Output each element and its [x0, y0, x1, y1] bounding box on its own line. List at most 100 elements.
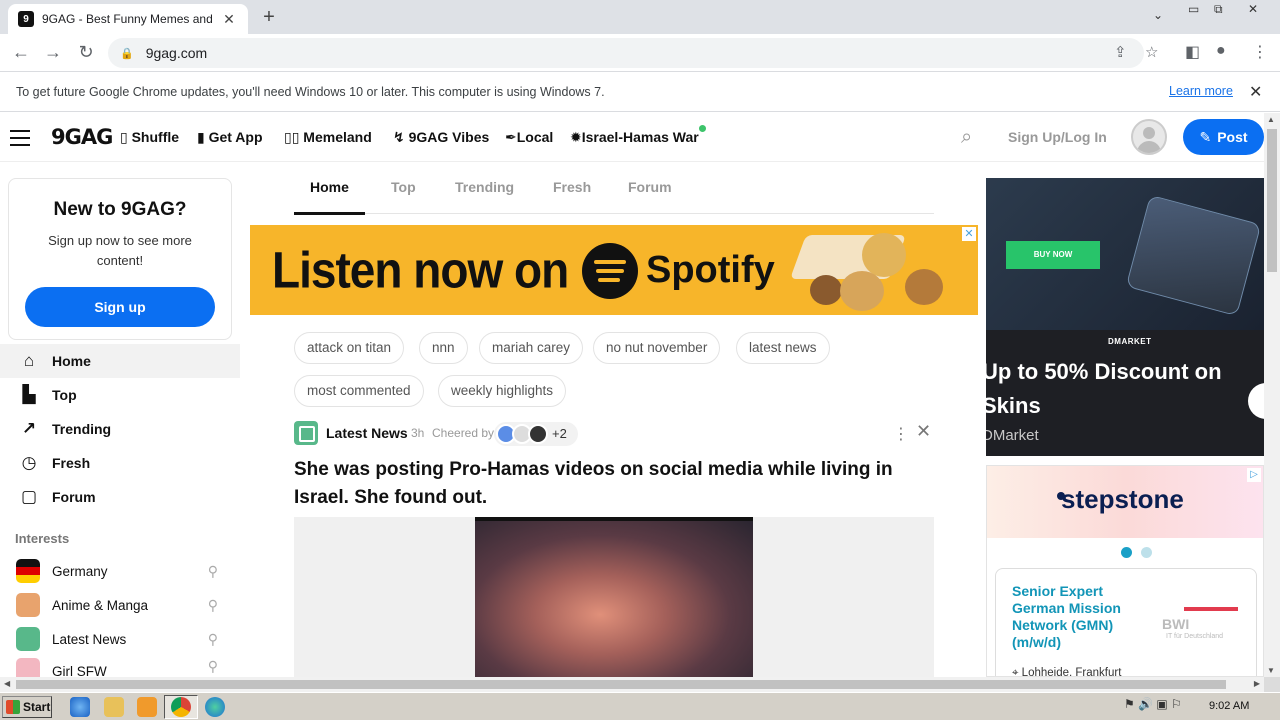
learn-more-link[interactable]: Learn more	[1169, 84, 1233, 98]
sidebar-item-fresh[interactable]: ◷ Fresh	[0, 446, 240, 480]
tag-chip[interactable]: weekly highlights	[438, 375, 567, 407]
nav-9gag-vibes[interactable]: ↯ 9GAG Vibes	[393, 129, 489, 146]
scroll-thumb[interactable]	[1267, 129, 1277, 272]
new-tab-icon[interactable]: +	[258, 6, 280, 29]
edge-icon[interactable]	[205, 697, 225, 717]
scroll-down-icon[interactable]: ▼	[1267, 666, 1275, 675]
interest-anime-manga[interactable]: Anime & Manga ⚲	[16, 590, 226, 620]
tag-chip[interactable]: mariah carey	[479, 332, 584, 364]
folder-icon[interactable]	[104, 697, 124, 717]
tab-close-icon[interactable]: ✕	[220, 11, 238, 28]
tab-forum[interactable]: Forum	[628, 179, 672, 195]
interest-label: Girl SFW	[52, 664, 107, 677]
windows-logo-icon	[6, 700, 20, 714]
scroll-up-icon[interactable]: ▲	[1267, 115, 1275, 124]
drink-image	[862, 233, 906, 277]
search-icon[interactable]: ⌕	[961, 126, 972, 149]
tray-icons[interactable]: ⚑ 🔊 ▣ ⚐	[1124, 697, 1182, 711]
job-card[interactable]: Senior Expert German Mission Network (GM…	[995, 568, 1257, 676]
scroll-left-icon[interactable]: ◀	[4, 679, 10, 688]
sidebar-item-label: Home	[52, 353, 91, 369]
stepstone-ad[interactable]: stepstone ▷ Senior Expert German Mission…	[986, 465, 1264, 677]
post-title[interactable]: She was posting Pro-Hamas videos on soci…	[294, 456, 934, 512]
tab-top[interactable]: Top	[391, 179, 416, 195]
tab-home[interactable]: Home	[294, 179, 365, 215]
nav-local[interactable]: ✒Local	[505, 129, 553, 146]
menu-kebab-icon[interactable]: ⋮	[1252, 42, 1268, 62]
lock-icon[interactable]: 🔒	[120, 47, 134, 60]
tab-fresh[interactable]: Fresh	[553, 179, 591, 195]
address-bar[interactable]: 🔒 9gag.com ⇪ ☆	[108, 38, 1158, 68]
dmarket-ad[interactable]: BUY NOW DMARKET Up to 50% Discount on Sk…	[986, 178, 1264, 456]
nav-israel-hamas-war[interactable]: ✹Israel-Hamas War	[570, 125, 706, 146]
ad-info-icon[interactable]: ▷	[1247, 468, 1261, 482]
ad-close-icon[interactable]: ✕	[962, 227, 976, 241]
spotify-logo-icon	[582, 243, 638, 299]
spotify-banner-ad[interactable]: Listen now on Spotify ✕	[250, 225, 978, 315]
section-icon[interactable]	[294, 421, 318, 445]
site-header: 9GAG ▯ Shuffle ▮ Get App ▯▯ Memeland ↯ 9…	[0, 113, 1264, 162]
nav-shuffle[interactable]: ▯ Shuffle	[120, 129, 179, 146]
signin-link[interactable]: Sign Up/Log In	[1008, 129, 1107, 145]
pin-icon[interactable]: ⚲	[208, 631, 218, 648]
post-button[interactable]: ✎ Post	[1183, 119, 1264, 155]
window-close-icon[interactable]: ✕	[1248, 2, 1258, 16]
bwi-tagline: IT für Deutschland	[1166, 633, 1224, 640]
bookmark-star-icon[interactable]: ☆	[1145, 43, 1158, 61]
ie-icon[interactable]	[70, 697, 90, 717]
more-options-icon[interactable]: ⋮	[893, 424, 909, 444]
back-icon[interactable]: ←	[10, 42, 32, 63]
post-section[interactable]: Latest News	[326, 425, 408, 441]
tab-trending[interactable]: Trending	[455, 179, 514, 195]
carousel-dot[interactable]	[1141, 547, 1152, 558]
pin-icon[interactable]: ⚲	[208, 563, 218, 580]
browser-tab[interactable]: 9 9GAG - Best Funny Memes and Breaking ✕	[8, 4, 248, 34]
sidebar-item-trending[interactable]: ↗ Trending	[0, 412, 240, 446]
horizontal-scrollbar[interactable]: ◀ ▶	[0, 677, 1264, 692]
vertical-scrollbar[interactable]: ▲ ▼	[1264, 113, 1280, 677]
post-media[interactable]	[294, 517, 934, 677]
minimize-icon[interactable]: ▭	[1188, 2, 1199, 16]
buy-now-button[interactable]: BUY NOW	[1006, 241, 1100, 269]
reload-icon[interactable]: ↻	[75, 42, 97, 63]
sidebar-item-top[interactable]: ▙ Top	[0, 378, 240, 412]
media-player-icon[interactable]	[137, 697, 157, 717]
interest-latest-news[interactable]: Latest News ⚲	[16, 624, 226, 654]
post-close-icon[interactable]: ✕	[916, 421, 931, 442]
scroll-corner	[1264, 677, 1280, 692]
nav-get-app[interactable]: ▮ Get App	[197, 129, 263, 146]
tag-chip[interactable]: nnn	[419, 332, 468, 364]
trending-icon: ↗	[21, 419, 37, 438]
nav-memeland[interactable]: ▯▯ Memeland	[284, 129, 372, 146]
start-button[interactable]: Start	[2, 696, 52, 718]
tag-chip[interactable]: attack on titan	[294, 332, 405, 364]
tab-search-icon[interactable]: ⌄	[1153, 8, 1163, 22]
sidebar-item-forum[interactable]: ▢ Forum	[0, 480, 240, 514]
pin-icon[interactable]: ⚲	[208, 597, 218, 614]
tag-chip[interactable]: no nut november	[593, 332, 721, 364]
cheered-by-label: Cheered by	[432, 426, 495, 440]
sidebar-item-home[interactable]: ⌂ Home	[0, 344, 240, 378]
scroll-thumb[interactable]	[16, 680, 1226, 689]
avatar[interactable]	[1131, 119, 1167, 155]
carousel-dot-active[interactable]	[1121, 547, 1132, 558]
post-video[interactable]	[475, 517, 753, 677]
restore-icon[interactable]: ⧉	[1214, 2, 1223, 17]
tag-chip[interactable]: latest news	[736, 332, 830, 364]
9gag-logo[interactable]: 9GAG	[51, 125, 113, 149]
hamburger-menu-icon[interactable]	[10, 130, 30, 151]
interest-girl-sfw[interactable]: Girl SFW ⚲	[16, 658, 226, 677]
new-user-text: Sign up now to see more content!	[48, 233, 192, 268]
pin-icon[interactable]: ⚲	[208, 658, 218, 675]
interest-germany[interactable]: Germany ⚲	[16, 556, 226, 586]
share-icon[interactable]: ⇪	[1114, 43, 1127, 61]
job-title: Senior Expert German Mission Network (GM…	[1012, 583, 1121, 650]
side-panel-icon[interactable]: ◧	[1185, 42, 1200, 62]
signup-button[interactable]: Sign up	[25, 287, 215, 327]
cookie-image	[840, 271, 884, 311]
scroll-right-icon[interactable]: ▶	[1254, 679, 1260, 688]
tag-chip[interactable]: most commented	[294, 375, 424, 407]
profile-icon[interactable]: ●	[1216, 42, 1226, 60]
forward-icon[interactable]: →	[42, 42, 64, 63]
infobar-close-icon[interactable]: ✕	[1249, 82, 1262, 102]
